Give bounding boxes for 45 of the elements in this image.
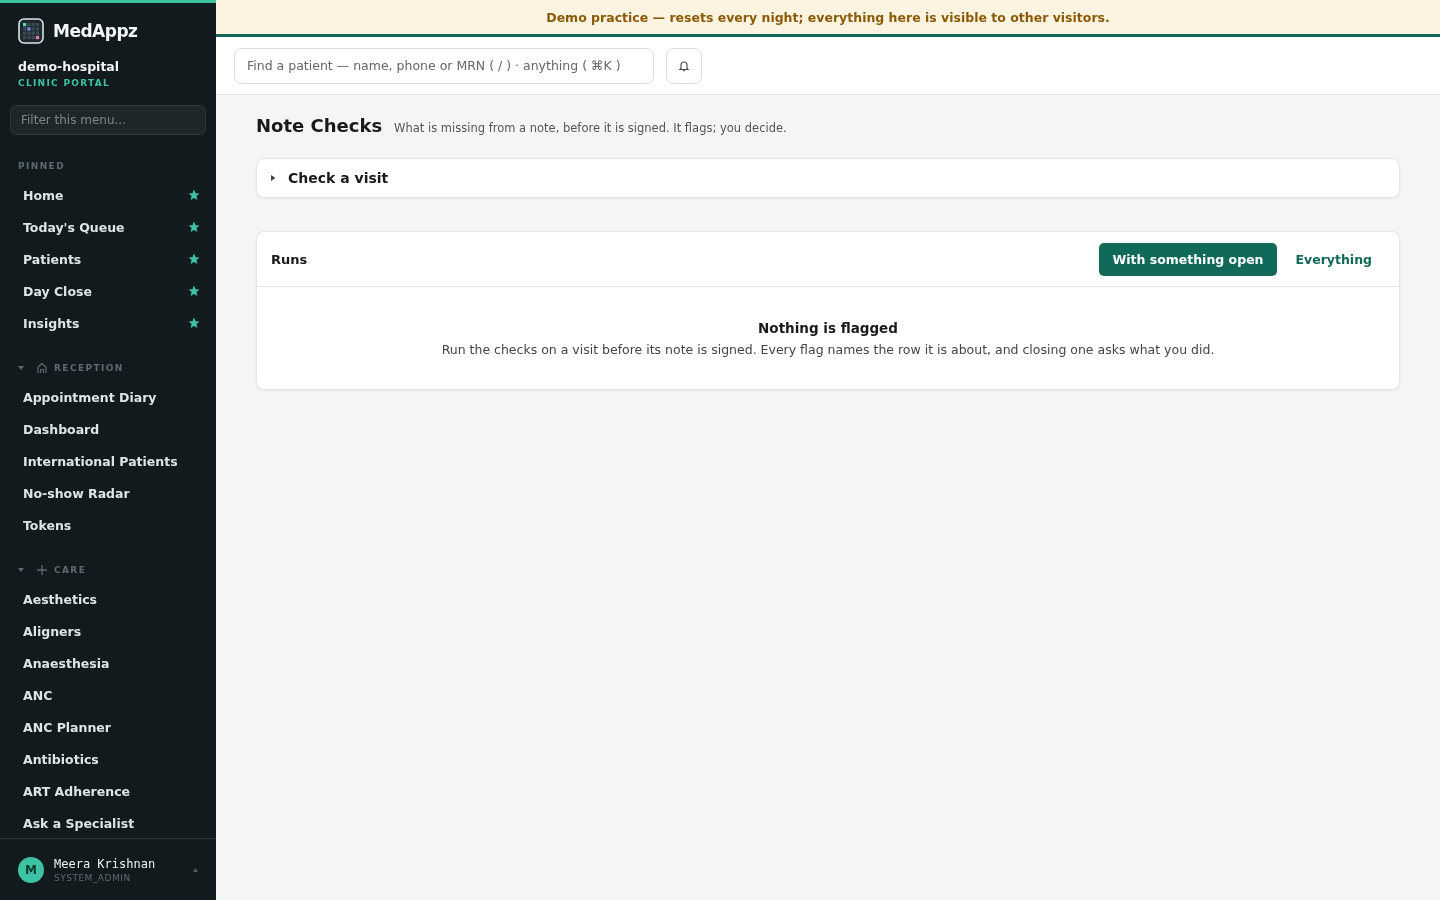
portal-label: CLINIC PORTAL bbox=[17, 77, 112, 88]
menu-item[interactable]: Antibiotics bbox=[0, 743, 216, 775]
user-role: SYSTEM_ADMIN bbox=[54, 872, 132, 883]
avatar: M bbox=[18, 856, 44, 883]
menu-item[interactable]: Today's Queue bbox=[0, 211, 216, 243]
menu-item[interactable]: Tokens bbox=[0, 509, 216, 541]
empty-title: Nothing is flagged bbox=[757, 320, 899, 336]
bell-icon bbox=[678, 59, 690, 72]
filter-field[interactable]: Filter this menu... bbox=[10, 105, 206, 135]
menu-item[interactable]: ANC bbox=[0, 679, 216, 711]
notifications-button[interactable] bbox=[666, 47, 702, 84]
menu-item[interactable]: International Patients bbox=[0, 445, 216, 477]
menu-item[interactable]: Appointment Diary bbox=[0, 381, 216, 413]
menu-item[interactable]: Ask a Specialist bbox=[0, 807, 216, 838]
page-title: Note Checks bbox=[256, 115, 383, 136]
menu-item[interactable]: Dashboard bbox=[0, 413, 216, 445]
menu-item[interactable]: Aesthetics bbox=[0, 583, 216, 615]
organization-name: demo-hospital bbox=[17, 58, 121, 74]
menu-item[interactable]: No-show Radar bbox=[0, 477, 216, 509]
menu-item[interactable]: Day Close bbox=[0, 275, 216, 307]
panel-title: Check a visit bbox=[288, 170, 389, 186]
section-label: CARE bbox=[54, 565, 87, 575]
menu-item[interactable]: Home bbox=[0, 179, 216, 211]
section-label: PINNED bbox=[18, 161, 66, 171]
check-panel[interactable]: Check a visit bbox=[256, 158, 1400, 198]
plus-icon bbox=[36, 564, 48, 576]
brand-name: MedAppz bbox=[53, 21, 138, 41]
empty-text: Run the checks on a visit before its note is signed. Every flag names the row it is about, and closing one asks what you did. bbox=[440, 342, 1216, 357]
logo-icon bbox=[18, 18, 44, 44]
page-subtitle: What is missing from a note, before it is signed. It flags; you decide. bbox=[394, 121, 787, 135]
house-icon bbox=[36, 362, 48, 374]
filter-tab[interactable]: With something open bbox=[1099, 242, 1277, 276]
menu-item[interactable]: Anaesthesia bbox=[0, 647, 216, 679]
menu-item[interactable]: Patients bbox=[0, 243, 216, 275]
menu-item[interactable]: ART Adherence bbox=[0, 775, 216, 807]
demo-banner: Demo practice — resets every night; everything here is visible to other visitors. bbox=[216, 0, 1440, 37]
search-field[interactable]: Find a patient — name, phone or MRN ( / ) · anything ( ⌘K ) bbox=[234, 47, 654, 84]
menu-item[interactable]: Insights bbox=[0, 307, 216, 339]
panel-title: Runs bbox=[271, 251, 308, 267]
section-label: RECEPTION bbox=[54, 363, 124, 373]
user-name: Meera Krishnan bbox=[54, 856, 157, 871]
menu-item[interactable]: ANC Planner bbox=[0, 711, 216, 743]
menu-item[interactable]: Aligners bbox=[0, 615, 216, 647]
filter-tab[interactable]: Everything bbox=[1282, 242, 1385, 276]
caret-icon bbox=[193, 867, 198, 872]
